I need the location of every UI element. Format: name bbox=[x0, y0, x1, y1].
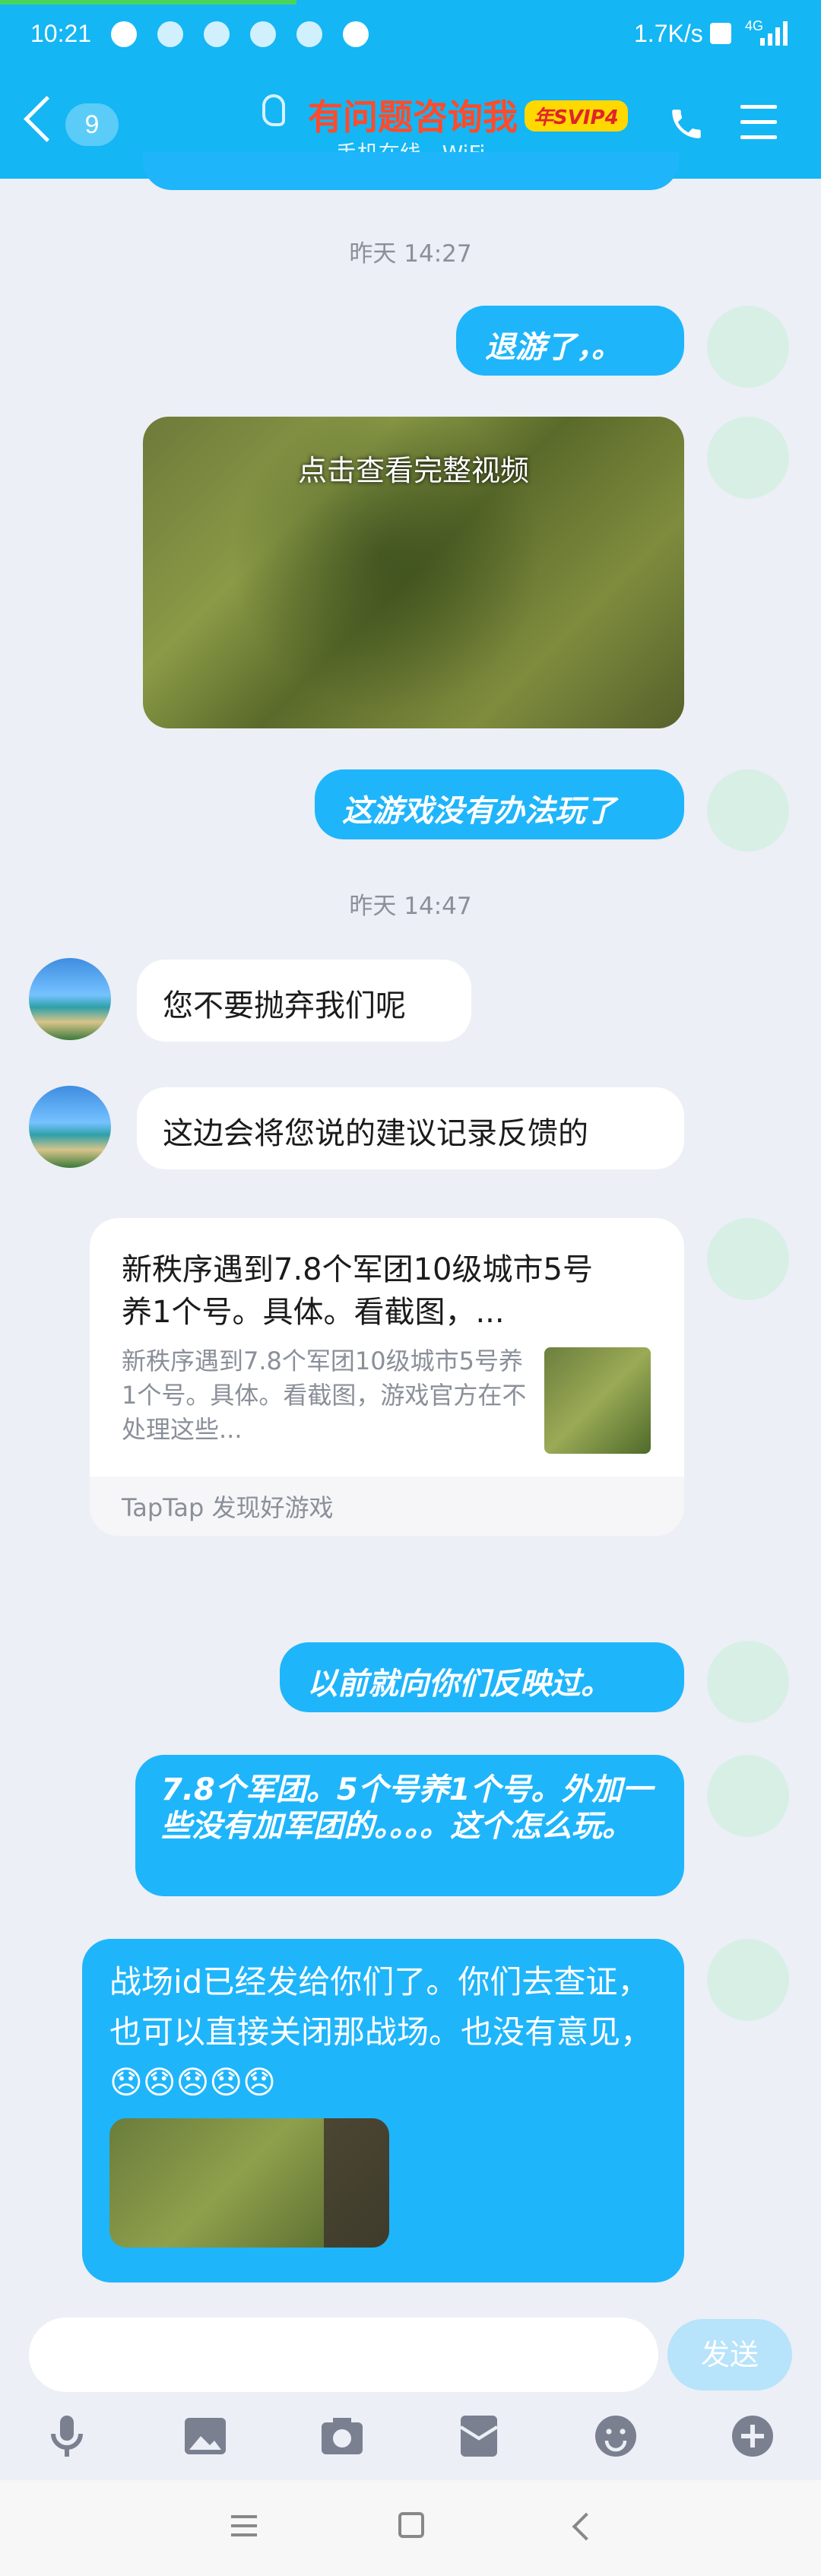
camera-icon[interactable] bbox=[315, 2409, 369, 2463]
message-bubble-contact[interactable]: 这边会将您说的建议记录反馈的 bbox=[137, 1087, 684, 1169]
lightning-icon bbox=[111, 21, 137, 47]
link-card-source: TapTap 发现好游戏 bbox=[122, 1493, 334, 1522]
message-bubble-self[interactable]: 7.8个军团。5个号养1个号。外加一些没有加军团的。。。。这个怎么玩。 bbox=[135, 1755, 684, 1896]
timestamp: 昨天 14:27 bbox=[349, 240, 472, 268]
message-input[interactable] bbox=[29, 2317, 658, 2392]
red-packet-icon[interactable] bbox=[452, 2409, 506, 2463]
timestamp: 昨天 14:47 bbox=[349, 893, 472, 920]
plus-icon[interactable] bbox=[725, 2409, 780, 2463]
link-card-description: 新秩序遇到7.8个军团10级城市5号养1个号。具体。看截图，游戏官方在不处理这些… bbox=[122, 1347, 527, 1444]
avatar-self[interactable] bbox=[707, 1218, 789, 1300]
emoji-icon[interactable] bbox=[588, 2409, 643, 2463]
link-card-title: 新秩序遇到7.8个军团10级城市5号养1个号。具体。看截图，... bbox=[122, 1252, 593, 1330]
recent-apps-icon[interactable] bbox=[231, 2515, 257, 2538]
hd-icon bbox=[710, 23, 731, 44]
app-icon bbox=[157, 21, 184, 47]
load-progress-bar bbox=[0, 0, 296, 5]
network-speed: 1.7K/s bbox=[634, 20, 703, 47]
message-bubble-self[interactable]: 退游了，。 bbox=[456, 306, 684, 376]
avatar-self[interactable] bbox=[707, 1641, 789, 1723]
message-text: 战场id已经发给你们了。你们去查证，也可以直接关闭那战场。也没有意见，😞😞😞😞😞 bbox=[109, 1963, 653, 2101]
status-icons bbox=[111, 21, 369, 50]
message-text: 这边会将您说的建议记录反馈的 bbox=[163, 1116, 588, 1151]
avatar-self[interactable] bbox=[707, 769, 789, 852]
link-card[interactable]: 新秩序遇到7.8个军团10级城市5号养1个号。具体。看截图，... 新秩序遇到7… bbox=[90, 1218, 684, 1536]
translate-icon bbox=[296, 21, 323, 47]
message-bubble-contact[interactable]: 您不要抛弃我们呢 bbox=[137, 960, 471, 1042]
avatar-self[interactable] bbox=[707, 1755, 789, 1837]
image-panel bbox=[324, 2118, 389, 2248]
microphone-icon[interactable] bbox=[40, 2409, 94, 2463]
signal-icon bbox=[760, 21, 791, 46]
avatar-self[interactable] bbox=[707, 1939, 789, 2021]
contact-name: 有问题咨询我 bbox=[308, 97, 518, 138]
system-nav-bar bbox=[0, 2480, 821, 2576]
menu-icon[interactable] bbox=[740, 105, 781, 140]
home-icon[interactable] bbox=[398, 2512, 424, 2538]
taptap-icon bbox=[204, 21, 230, 47]
vip-badge: 年SVIP4 bbox=[525, 100, 628, 132]
message-text: 您不要抛弃我们呢 bbox=[163, 988, 406, 1023]
avatar-contact[interactable] bbox=[29, 1086, 111, 1168]
message-bubble-partial[interactable] bbox=[143, 152, 679, 190]
app-icon-3 bbox=[343, 21, 369, 47]
send-button[interactable]: 发送 bbox=[667, 2319, 792, 2390]
message-bubble-self[interactable]: 以前就向你们反映过。 bbox=[280, 1642, 684, 1712]
ear-icon[interactable] bbox=[262, 94, 285, 126]
message-text: 退游了，。 bbox=[485, 330, 622, 365]
phone-icon[interactable] bbox=[667, 105, 705, 146]
message-bubble-self[interactable]: 这游戏没有办法玩了 bbox=[315, 769, 684, 839]
message-text: 这游戏没有办法玩了 bbox=[342, 794, 616, 829]
back-nav-icon[interactable] bbox=[572, 2512, 601, 2541]
message-image[interactable] bbox=[109, 2118, 389, 2248]
avatar-contact[interactable] bbox=[29, 958, 111, 1040]
message-text: 以前就向你们反映过。 bbox=[307, 1667, 611, 1702]
message-bubble-self[interactable]: 战场id已经发给你们了。你们去查证，也可以直接关闭那战场。也没有意见，😞😞😞😞😞 bbox=[82, 1939, 684, 2283]
avatar-self[interactable] bbox=[707, 306, 789, 388]
video-message[interactable]: 点击查看完整视频 bbox=[143, 417, 684, 728]
back-icon[interactable] bbox=[24, 96, 70, 142]
video-overlay-text: 点击查看完整视频 bbox=[297, 454, 529, 487]
app-icon-2 bbox=[250, 21, 277, 47]
image-icon[interactable] bbox=[178, 2409, 233, 2463]
link-card-thumbnail bbox=[544, 1347, 651, 1454]
link-card-footer: TapTap 发现好游戏 bbox=[90, 1477, 684, 1536]
status-time: 10:21 bbox=[30, 20, 92, 47]
avatar-self[interactable] bbox=[707, 417, 789, 499]
message-text: 7.8个军团。5个号养1个号。外加一些没有加军团的。。。。这个怎么玩。 bbox=[161, 1772, 653, 1844]
